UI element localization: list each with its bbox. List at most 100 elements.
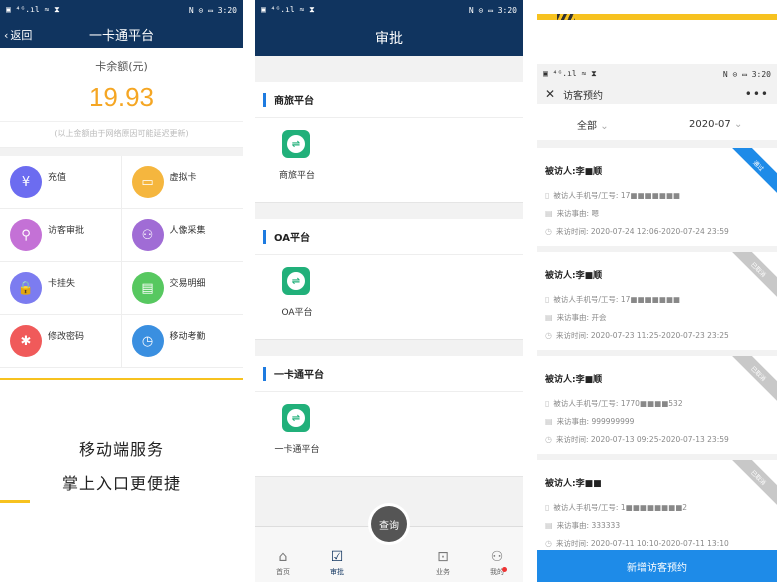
phone-icon: ▯ [545,503,550,512]
feature-card[interactable]: ▭ 虚拟卡 [121,156,243,209]
user-icon: ⚇ [490,549,504,565]
booking-card[interactable]: 被访人:李■顺 ▯ 被访人手机号/工号: 17■■■■■■■ ▤ 来访事由: 开会 ◷ 来访… [537,252,777,350]
document-icon: ▤ [545,521,553,530]
approval-screen: ▣ ⁴ᴳ.ıl ≈ ⧗ N ⊙ ▭ 3:20 审批 商旅平台 ⇌ 商旅平台 OA平台 ⇌… [255,0,523,582]
tab-home[interactable]: ⌂ 首页 [263,549,303,577]
visitor-approve-icon: ⚲ [10,219,42,251]
feature-visitor-approve[interactable]: ⚲ 访客审批 [0,209,122,262]
reason-text: 来访事由: 333333 [556,521,621,530]
page-title: 访客预约 [563,90,604,102]
nav-bar: ‹ 返回 一卡通平台 [0,20,243,48]
phone-line: ▯ 被访人手机号/工号: 17■■■■■■■ [545,294,680,305]
section-heading: OA平台 [255,219,523,255]
promo-line-2: 掌上入口更便捷 [61,474,181,493]
reason-line: ▤ 来访事由: 开会 [545,312,606,323]
phone-text: 被访人手机号/工号: 1770■■■■532 [553,399,683,408]
feature-label: 修改密码 [48,332,85,342]
nav-bar: ✕ 访客预约 ••• [537,84,777,104]
top-blank [537,20,777,64]
tab-label: 首页 [276,568,290,576]
tab-approve[interactable]: ☑ 审批 [317,549,357,577]
document-icon: ▤ [545,209,553,218]
status-right: N ⊙ ▭ 3:20 [722,69,771,79]
status-ribbon: 已取消 [725,356,777,407]
face-capture-icon: ⚇ [131,219,164,251]
booking-card[interactable]: 被访人:李■顺 ▯ 被访人手机号/工号: 1770■■■■532 ▤ 来访事由: 999… [537,356,777,454]
add-visitor-booking-button[interactable]: 新增访客预约 [537,550,777,582]
app-entry-button[interactable]: ⇌ [282,130,310,158]
visitor-name: 被访人:李■■ [545,479,602,489]
feature-clock[interactable]: ◷ 移动考勤 [121,315,243,368]
feature-label: 移动考勤 [169,332,206,342]
reason-text: 来访事由: 999999999 [556,417,635,426]
phone-line: ▯ 被访人手机号/工号: 17■■■■■■■ [545,190,680,201]
reason-line: ▤ 来访事由: 333333 [545,520,620,531]
feature-receipt[interactable]: ▤ 交易明细 [121,262,243,315]
receipt-icon: ▤ [131,272,164,304]
balance-value: 19.93 [88,82,155,112]
balance-area: 卡余额(元) 19.93 (以上金额由于网络原因可能延迟更新) [0,48,243,148]
feature-grid: ¥ 充值 ▭ 虚拟卡 ⚲ 访客审批 ⚇ 人像采集 🔒 卡挂失 ▤ 交易明细 ✱ 修改密码 ◷ 移动考勤 [0,156,243,368]
platform-section: 一卡通平台 ⇌ 一卡通平台 [255,356,523,477]
nav-bar: 审批 [255,20,523,56]
card-platform-screen: ▣ ⁴ᴳ.ıl ≈ ⧗ N ⊙ ▭ 3:20 ‹ 返回 一卡通平台 卡余额(元)… [0,0,243,582]
page-title: 审批 [375,31,403,47]
filter-month-dropdown[interactable]: 2020-07 ⌄ [689,119,742,130]
tab-briefcase[interactable]: ⊡ 业务 [423,549,463,577]
booking-card[interactable]: 被访人:李■■ ▯ 被访人手机号/工号: 1■■■■■■■■2 ▤ 来访事由: 3333… [537,460,777,558]
chevron-down-icon: ⌄ [600,120,609,132]
feature-face-capture[interactable]: ⚇ 人像采集 [121,209,243,262]
phone-icon: ▯ [545,295,550,304]
swap-icon: ⇌ [287,135,305,153]
chevron-left-icon: ‹ [4,28,9,42]
section-heading: 一卡通平台 [255,356,523,392]
app-label: OA平台 [281,308,313,318]
query-button[interactable]: 查询 [371,506,407,542]
feature-yuan[interactable]: ¥ 充值 [0,156,122,209]
feature-lock[interactable]: 🔒 卡挂失 [0,262,122,315]
time-line: ◷ 来访时间: 2020-07-24 12:06-2020-07-24 23:59 [545,226,729,237]
feature-password[interactable]: ✱ 修改密码 [0,315,122,368]
balance-label: 卡余额(元) [95,60,148,73]
feature-label: 访客审批 [48,226,85,236]
promo-line-1: 移动端服务 [78,440,164,459]
visitor-name: 被访人:李■顺 [545,271,603,281]
tab-bar: 查询 ⌂ 首页 ☑ 审批 ⊡ 业务 ⚇ 我的 [255,503,523,582]
app-entry-button[interactable]: ⇌ [282,404,310,432]
briefcase-icon: ⊡ [437,549,449,565]
feature-label: 交易明细 [169,279,206,289]
visitor-name: 被访人:李■顺 [545,375,603,385]
reason-line: ▤ 来访事由: 999999999 [545,416,634,427]
app-label: 商旅平台 [278,171,315,181]
status-bar: ▣ ⁴ᴳ.ıl ≈ ⧗ N ⊙ ▭ 3:20 [255,0,523,20]
document-icon: ▤ [545,313,553,322]
filter-bar: 全部 ⌄ 2020-07 ⌄ [537,108,777,140]
status-left: ▣ ⁴ᴳ.ıl ≈ ⧗ [261,5,315,14]
clock-icon: ◷ [545,331,552,340]
tab-user[interactable]: ⚇ 我的 [477,549,517,577]
filter-status-dropdown[interactable]: 全部 ⌄ [577,117,609,132]
app-entry-button[interactable]: ⇌ [282,267,310,295]
document-icon: ▤ [545,417,553,426]
time-line: ◷ 来访时间: 2020-07-23 11:25-2020-07-23 23:25 [545,330,729,341]
section-heading: 商旅平台 [255,82,523,118]
time-line: ◷ 来访时间: 2020-07-11 10:10-2020-07-11 13:10 [545,538,729,549]
platform-sections: 商旅平台 ⇌ 商旅平台 OA平台 ⇌ OA平台 一卡通平台 ⇌ 一卡通平台 [255,82,523,477]
promo-top-line [0,378,243,380]
more-icon[interactable]: ••• [745,87,769,101]
page-title: 一卡通平台 [88,28,154,44]
phone-text: 被访人手机号/工号: 1■■■■■■■■2 [553,503,688,512]
platform-section: 商旅平台 ⇌ 商旅平台 [255,82,523,203]
divider [0,148,243,156]
visitor-booking-screen: ▣ ⁴ᴳ.ıl ≈ ⧗ N ⊙ ▭ 3:20 ✕ 访客预约 ••• 全部 ⌄ 2… [537,0,777,582]
back-button[interactable]: ‹ 返回 [4,27,32,43]
phone-icon: ▯ [545,399,550,408]
close-icon[interactable]: ✕ [545,87,555,101]
booking-card[interactable]: 被访人:李■顺 ▯ 被访人手机号/工号: 17■■■■■■■ ▤ 来访事由: 嗯 ◷ 来访时… [537,148,777,246]
reason-text: 来访事由: 开会 [556,313,607,322]
clock-icon: ◷ [545,227,552,236]
yuan-icon: ¥ [10,166,42,198]
divider [255,56,523,66]
reason-line: ▤ 来访事由: 嗯 [545,208,599,219]
feature-label: 虚拟卡 [169,173,197,183]
